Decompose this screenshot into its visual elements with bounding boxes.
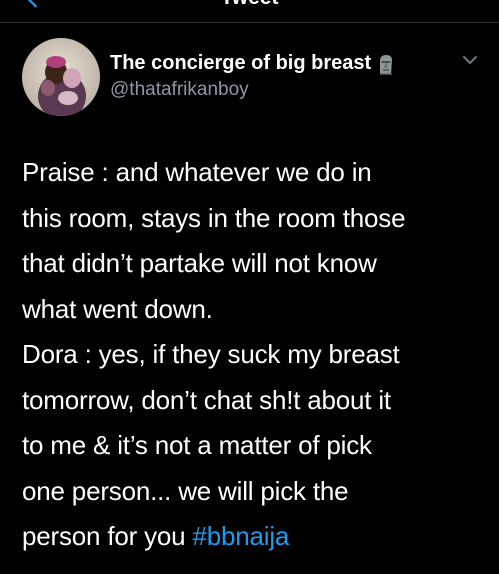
tweet-line: to me & it’s not a matter of pick xyxy=(22,430,372,460)
top-navigation-bar: Tweet xyxy=(0,0,499,23)
tweet-line-last: person for you #bbnaija xyxy=(22,514,482,560)
moai-emoji-icon xyxy=(380,54,393,75)
author-name-text: The concierge of big breast xyxy=(110,52,372,74)
tweet-line: Praise : and whatever we do in xyxy=(22,157,372,187)
chevron-down-icon[interactable] xyxy=(461,54,479,66)
author-handle[interactable]: @thatafrikanboy xyxy=(110,79,396,101)
tweet-line: this room, stays in the room those xyxy=(22,202,406,233)
author-display-name[interactable]: The concierge of big breast xyxy=(110,52,396,75)
avatar[interactable] xyxy=(22,38,100,116)
tweet-line: one person... we will pick the xyxy=(22,475,349,506)
tweet-author[interactable]: The concierge of big breast @thatafrikan… xyxy=(110,52,396,101)
tweet-line: tomorrow, don’t chat sh!t about it xyxy=(22,384,391,415)
page-title: Tweet xyxy=(0,0,499,10)
tweet-line: Dora : yes, if they suck my breast xyxy=(22,339,400,369)
tweet-line: what went down. xyxy=(22,293,213,324)
tweet-text: Praise : and whatever we do in this room… xyxy=(22,150,482,560)
hashtag-link[interactable]: #bbnaija xyxy=(192,521,289,551)
tweet-line: that didn’t partake will not know xyxy=(22,248,377,278)
tweet-line-text: person for you xyxy=(22,521,193,551)
